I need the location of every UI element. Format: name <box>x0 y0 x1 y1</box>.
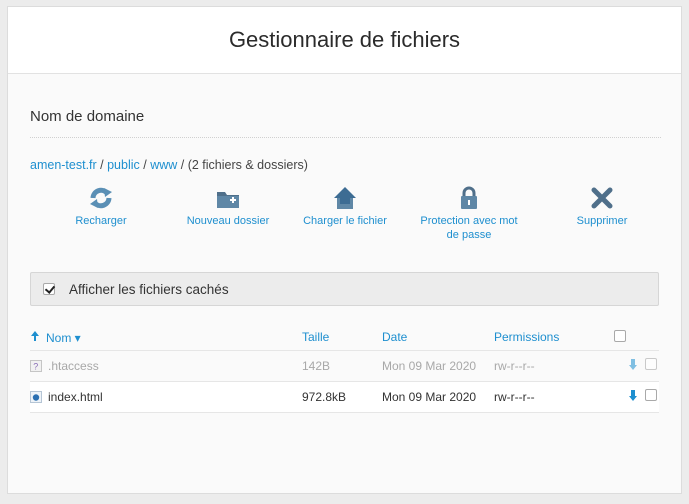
file-size: 972.8kB <box>302 381 382 413</box>
main-content: Nom de domaine amen-test.fr / public / w… <box>8 74 681 413</box>
file-date: Mon 09 Mar 2020 <box>382 350 494 382</box>
upload-file-button[interactable]: Charger le fichier <box>295 186 395 228</box>
show-hidden-files-label: Afficher les fichiers cachés <box>69 281 229 297</box>
download-icon[interactable] <box>629 390 641 405</box>
header: Gestionnaire de fichiers <box>8 7 681 74</box>
password-protect-label-line1: Protection avec mot <box>420 215 518 227</box>
file-permissions: rw-r--r-- <box>494 381 614 413</box>
name-column-label: Nom ▾ <box>46 330 81 345</box>
reload-label: Recharger <box>75 215 127 227</box>
file-manager-panel: Gestionnaire de fichiers Nom de domaine … <box>7 6 682 494</box>
show-hidden-files-checkbox[interactable] <box>43 283 55 295</box>
select-all-cell <box>614 324 659 351</box>
table-row[interactable]: ? .htaccess 142B Mon 09 Mar 2020 rw-r--r… <box>30 350 659 382</box>
password-protect-label-line2: de passe <box>446 229 492 241</box>
toolbar: Recharger Nouveau dossier Charger le fic… <box>30 186 659 272</box>
page-title: Gestionnaire de fichiers <box>228 27 461 52</box>
table-header: Nom ▾ Taille Date Permissions <box>30 324 659 351</box>
file-permissions: rw-r--r-- <box>494 350 614 382</box>
password-protect-button[interactable]: Protection avec mot de passe <box>404 186 534 242</box>
parent-dir-icon[interactable] <box>30 330 40 345</box>
size-column-header[interactable]: Taille <box>302 324 382 351</box>
breadcrumb: amen-test.fr / public / www / (2 fichier… <box>30 158 659 172</box>
breadcrumb-separator: / <box>96 158 108 172</box>
lock-icon <box>404 186 534 210</box>
show-hidden-files-bar: Afficher les fichiers cachés <box>30 272 659 306</box>
new-folder-label: Nouveau dossier <box>186 215 270 227</box>
section-title: Nom de domaine <box>30 74 661 138</box>
file-name[interactable]: index.html <box>48 390 103 404</box>
new-folder-button[interactable]: Nouveau dossier <box>178 186 278 228</box>
date-column-header[interactable]: Date <box>382 324 494 351</box>
svg-text:?: ? <box>33 362 38 372</box>
row-actions <box>614 350 659 382</box>
permissions-column-header[interactable]: Permissions <box>494 324 614 351</box>
refresh-icon <box>66 186 136 210</box>
table-row[interactable]: index.html 972.8kB Mon 09 Mar 2020 rw-r-… <box>30 381 659 413</box>
name-column-header[interactable]: Nom ▾ <box>30 324 302 351</box>
breadcrumb-separator: / <box>177 158 188 172</box>
unknown-file-icon: ? <box>30 360 42 372</box>
breadcrumb-www[interactable]: www <box>150 158 177 172</box>
file-name[interactable]: .htaccess <box>48 359 99 373</box>
new-folder-icon <box>178 186 278 210</box>
breadcrumb-domain[interactable]: amen-test.fr <box>30 158 97 172</box>
upload-icon <box>295 186 395 210</box>
delete-label: Supprimer <box>576 215 628 227</box>
delete-button[interactable]: Supprimer <box>567 186 637 228</box>
row-checkbox[interactable] <box>645 388 657 401</box>
file-table: Nom ▾ Taille Date Permissions ? .htacces… <box>30 324 659 413</box>
breadcrumb-count: (2 fichiers & dossiers) <box>187 158 308 172</box>
download-icon[interactable] <box>629 359 641 374</box>
html-file-icon <box>30 391 42 403</box>
delete-x-icon <box>567 186 637 210</box>
row-actions <box>614 381 659 413</box>
reload-button[interactable]: Recharger <box>66 186 136 228</box>
row-checkbox[interactable] <box>645 357 657 370</box>
file-date: Mon 09 Mar 2020 <box>382 381 494 413</box>
upload-label: Charger le fichier <box>303 215 387 227</box>
breadcrumb-separator: / <box>139 158 151 172</box>
breadcrumb-public[interactable]: public <box>107 158 140 172</box>
select-all-checkbox[interactable] <box>614 329 626 342</box>
file-size: 142B <box>302 350 382 382</box>
